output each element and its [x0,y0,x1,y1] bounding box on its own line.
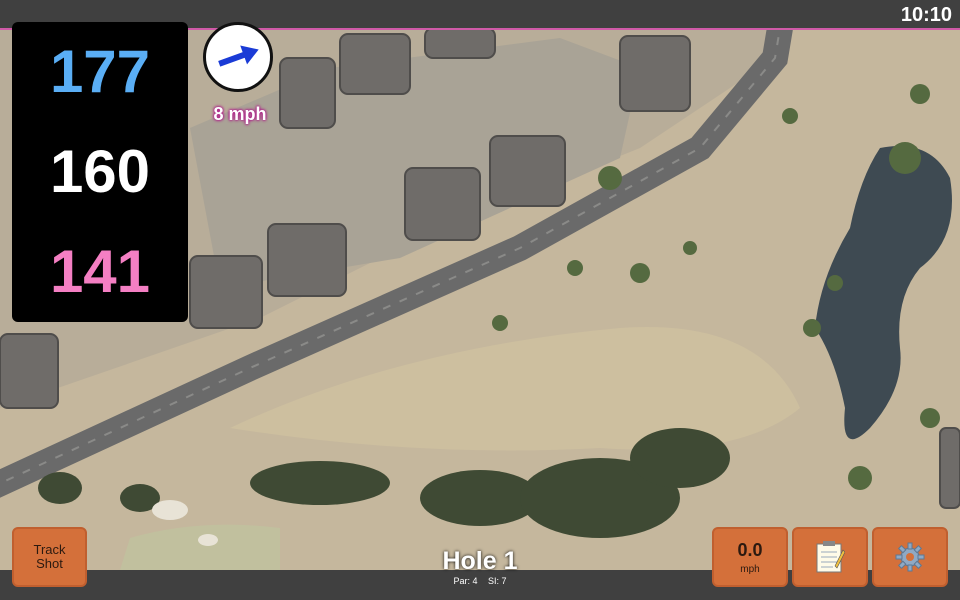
hole-details: Par: 4 SI: 7 [400,576,560,586]
back-distance: 177 [49,38,151,105]
speed-unit: mph [740,563,760,575]
track-shot-button[interactable]: Track Shot [12,527,87,587]
notepad-icon [816,541,845,573]
hole-info: Hole 1 Par: 4 SI: 7 [400,547,560,587]
middle-distance: 160 [49,138,151,205]
wind-compass [203,22,273,92]
gear-icon [895,542,925,572]
speed-value: 0.0 [737,539,763,560]
track-shot-label-line2: Shot [36,556,63,571]
wind-speed: 8 mph [213,104,267,124]
speed-button[interactable]: 0.0 mph [712,527,788,587]
front-distance: 141 [49,238,151,305]
track-shot-label-line1: Track [33,541,66,557]
clock: 10:10 [900,4,952,26]
distance-panel: 177 160 141 [12,22,188,322]
hole-stroke-index: SI: 7 [488,576,507,586]
hole-title: Hole 1 [442,547,518,575]
hole-par: Par: 4 [453,576,478,586]
wind-arrow-icon [218,45,259,67]
settings-button[interactable] [872,527,948,587]
notes-button[interactable] [792,527,868,587]
